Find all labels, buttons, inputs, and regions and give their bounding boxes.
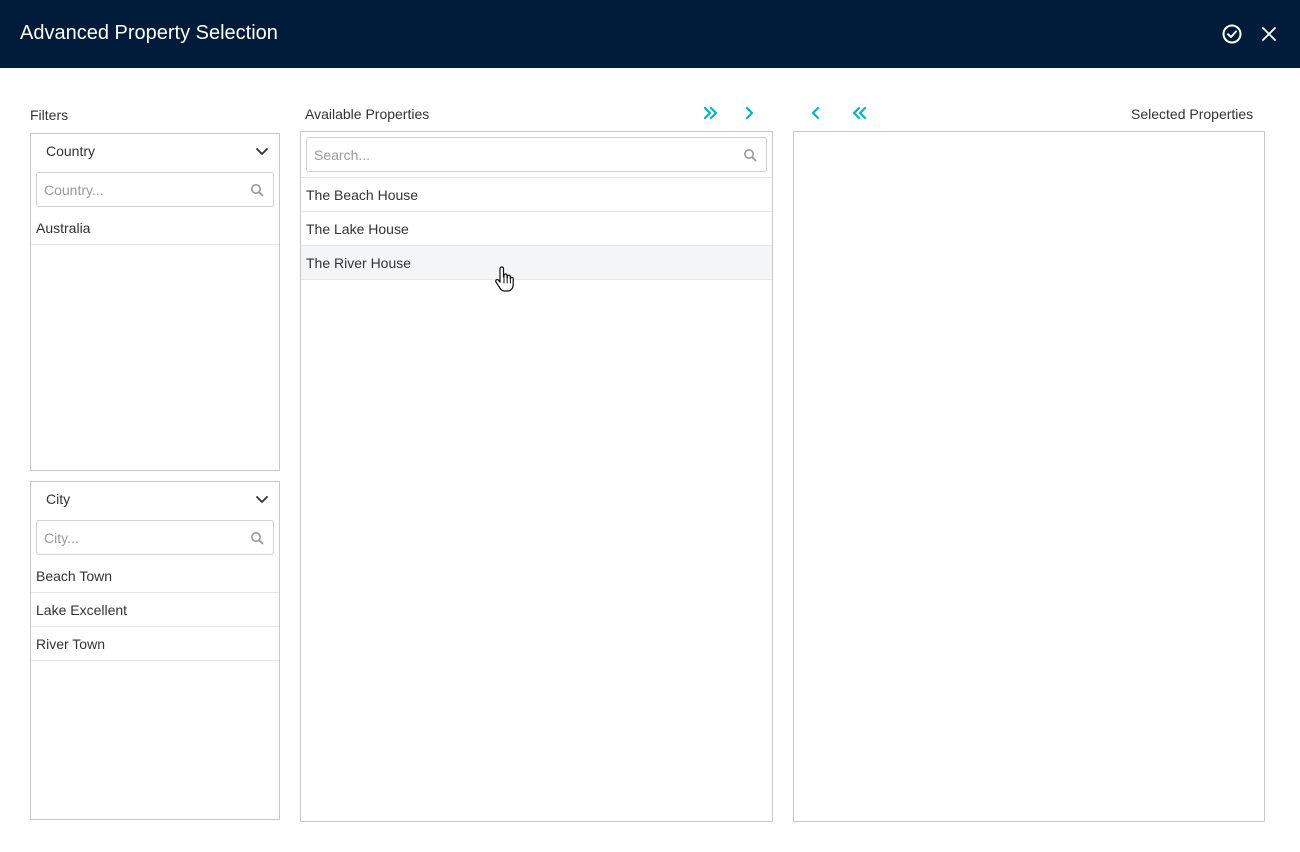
double-chevron-right-icon xyxy=(703,106,718,120)
city-filter-title: City xyxy=(46,491,71,507)
country-filter-title: Country xyxy=(46,143,96,159)
move-all-right-button[interactable] xyxy=(700,103,722,123)
property-list-item[interactable]: The Lake House xyxy=(301,212,772,246)
search-icon xyxy=(744,149,757,162)
search-icon xyxy=(251,532,264,545)
city-filter-header[interactable]: City xyxy=(31,482,279,516)
city-search xyxy=(36,520,274,555)
check-circle-icon xyxy=(1222,24,1242,44)
country-list-item[interactable]: Australia xyxy=(31,211,279,245)
chevron-down-icon xyxy=(256,148,268,155)
city-search-input[interactable] xyxy=(37,521,273,554)
filters-label: Filters xyxy=(30,107,69,123)
city-list-item[interactable]: Lake Excellent xyxy=(31,593,279,627)
property-search-input[interactable] xyxy=(307,138,766,171)
move-left-button[interactable] xyxy=(805,103,827,123)
property-list-item[interactable]: The River House xyxy=(301,246,772,280)
city-list-item[interactable]: River Town xyxy=(31,627,279,661)
hand-cursor-icon xyxy=(495,266,514,292)
city-list: Beach Town Lake Excellent River Town xyxy=(31,559,279,661)
selected-properties-label: Selected Properties xyxy=(1131,106,1254,122)
double-chevron-left-icon xyxy=(852,106,867,120)
close-button[interactable] xyxy=(1257,22,1281,46)
city-list-item[interactable]: Beach Town xyxy=(31,559,279,593)
title-bar: Advanced Property Selection xyxy=(0,0,1300,68)
chevron-right-icon xyxy=(745,106,754,120)
property-search xyxy=(306,137,767,172)
property-list-item[interactable]: The Beach House xyxy=(301,178,772,212)
country-search-input[interactable] xyxy=(37,173,273,206)
confirm-button[interactable] xyxy=(1220,22,1244,46)
available-properties-list: The Beach House The Lake House The River… xyxy=(301,177,772,280)
available-properties-panel: The Beach House The Lake House The River… xyxy=(300,131,773,822)
chevron-down-icon xyxy=(256,496,268,503)
country-filter-header[interactable]: Country xyxy=(31,134,279,168)
move-all-left-button[interactable] xyxy=(848,103,870,123)
move-right-button[interactable] xyxy=(738,103,760,123)
selected-properties-panel[interactable] xyxy=(793,131,1265,822)
available-properties-label: Available Properties xyxy=(305,106,430,122)
chevron-left-icon xyxy=(811,106,820,120)
country-list: Australia xyxy=(31,211,279,245)
search-icon xyxy=(251,184,264,197)
city-filter: City Beach Town Lake Excellent River Tow… xyxy=(30,481,280,820)
country-search xyxy=(36,172,274,207)
window-title: Advanced Property Selection xyxy=(20,22,278,44)
close-icon xyxy=(1262,27,1276,41)
country-filter: Country Australia xyxy=(30,133,280,471)
